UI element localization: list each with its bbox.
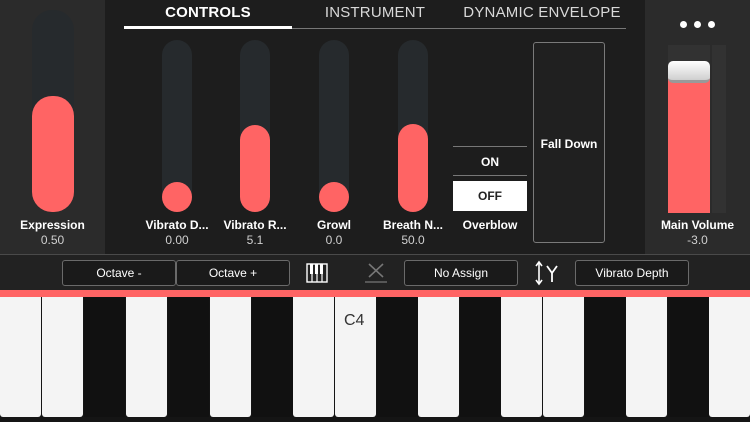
vibrato-depth-button[interactable]: Vibrato Depth	[575, 260, 689, 286]
controls-area: Expression 0.50 CONTROLS INSTRUMENT DYNA…	[0, 0, 750, 254]
expression-label: Expression	[20, 218, 85, 232]
tab-instrument[interactable]: INSTRUMENT	[300, 4, 450, 28]
expression-fill	[32, 96, 74, 212]
white-key[interactable]	[709, 297, 750, 417]
no-assign-button[interactable]: No Assign	[404, 260, 518, 286]
breath-noise-slider[interactable]	[398, 40, 428, 212]
black-key[interactable]	[460, 297, 501, 417]
vibrato-rate-label: Vibrato R...	[223, 218, 287, 232]
fall-down-label: Fall Down	[540, 137, 598, 151]
tab-active-indicator	[124, 26, 292, 29]
white-key[interactable]	[0, 297, 41, 417]
black-key[interactable]	[252, 297, 293, 417]
piano-keyboard: C4	[0, 297, 750, 422]
c4-label: C4	[344, 312, 365, 329]
breath-noise-label: Breath N...	[382, 218, 443, 232]
vibrato-depth-value: 0.00	[165, 233, 189, 247]
axis-icon[interactable]	[534, 260, 560, 286]
black-key[interactable]	[377, 297, 418, 417]
keyboard-icon[interactable]	[306, 263, 328, 283]
black-key[interactable]	[668, 297, 709, 417]
white-key[interactable]	[42, 297, 83, 417]
vibrato-depth-slider[interactable]	[162, 40, 192, 212]
toolbar: Octave - Octave + No Assign Vibrato Dept…	[0, 254, 750, 290]
expression-value: 0.50	[40, 233, 65, 247]
overblow-on-button[interactable]: ON	[453, 146, 527, 176]
tab-controls[interactable]: CONTROLS	[124, 4, 292, 28]
vibrato-rate-slider[interactable]	[240, 40, 270, 212]
white-key[interactable]	[210, 297, 251, 417]
more-dots-icon[interactable]	[676, 18, 718, 30]
vibrato-rate-fill	[240, 125, 270, 212]
vibrato-depth-fill	[162, 182, 192, 212]
white-key[interactable]	[418, 297, 459, 417]
expression-panel: Expression 0.50	[0, 0, 105, 254]
white-key[interactable]	[543, 297, 584, 417]
tab-dynamic-envelope[interactable]: DYNAMIC ENVELOPE	[458, 4, 626, 28]
growl-slider[interactable]	[319, 40, 349, 212]
expression-slider[interactable]	[32, 10, 74, 212]
white-key[interactable]	[293, 297, 334, 417]
breath-noise-fill	[398, 123, 428, 212]
vibrato-rate-value: 5.1	[246, 233, 264, 247]
main-volume-label: Main Volume	[660, 218, 735, 232]
black-key[interactable]	[585, 297, 626, 417]
overblow-label: Overblow	[462, 218, 518, 232]
white-key[interactable]	[501, 297, 542, 417]
main-volume-value: -3.0	[687, 233, 708, 247]
octave-up-button[interactable]: Octave +	[176, 260, 290, 286]
vibrato-depth-label: Vibrato D...	[145, 218, 209, 232]
fall-down-pad[interactable]: Fall Down	[533, 42, 605, 243]
growl-fill	[319, 182, 349, 212]
black-key[interactable]	[84, 297, 125, 417]
keyboard-scroll-bar[interactable]	[0, 290, 750, 297]
white-key[interactable]	[626, 297, 667, 417]
black-key[interactable]	[168, 297, 209, 417]
octave-down-button[interactable]: Octave -	[62, 260, 176, 286]
growl-value: 0.0	[325, 233, 343, 247]
main-volume-handle[interactable]	[668, 61, 710, 83]
main-volume-fill	[668, 75, 710, 213]
x-icon[interactable]	[364, 262, 388, 284]
overblow-off-button[interactable]: OFF	[453, 181, 527, 211]
main-volume-meter	[712, 45, 726, 213]
white-key[interactable]	[126, 297, 167, 417]
growl-label: Growl	[316, 218, 351, 232]
breath-noise-value: 50.0	[401, 233, 425, 247]
